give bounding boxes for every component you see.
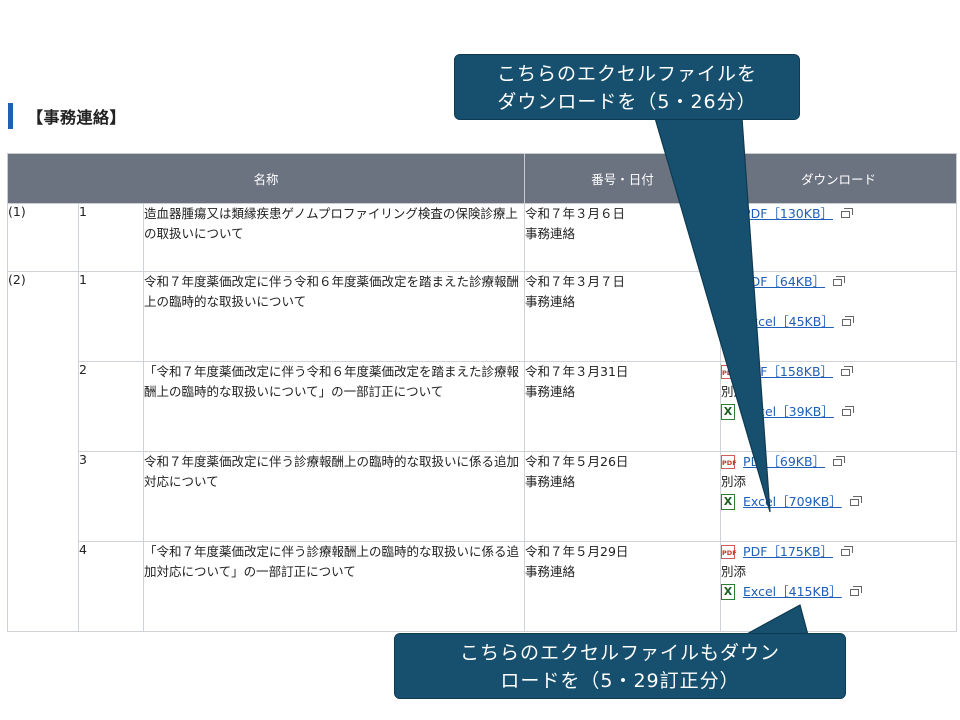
bottom-callout-line1: こちらのエクセルファイルもダウン [459,642,780,664]
bottom-callout: こちらのエクセルファイルもダウン ロードを（5・29訂正分） [394,633,846,699]
bottom-callout-line2: ロードを（5・29訂正分） [500,670,740,692]
top-callout-pointer [654,117,771,513]
bottom-callout-pointer [744,604,809,636]
top-callout-line1: こちらのエクセルファイルを [496,63,757,85]
top-callout: こちらのエクセルファイルを ダウンロードを（5・26分） [454,54,800,120]
top-callout-line2: ダウンロードを（5・26分） [497,91,757,113]
